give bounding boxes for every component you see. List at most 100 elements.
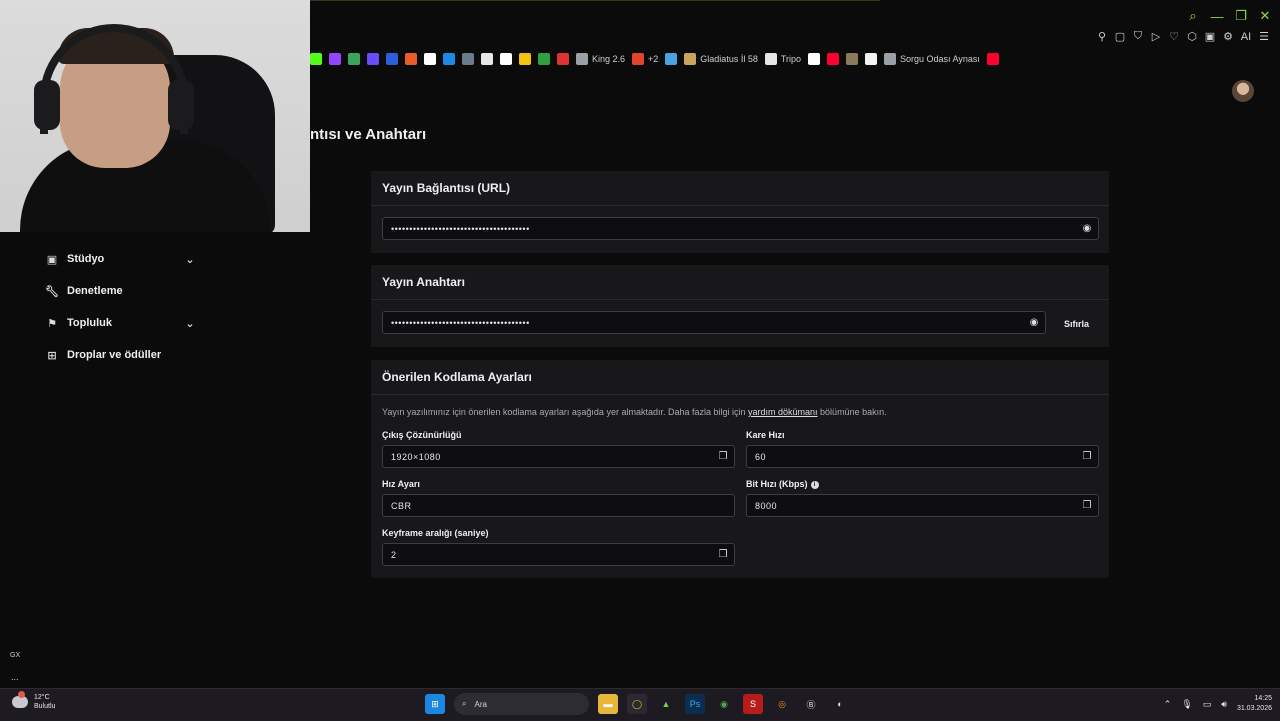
top-accent-line — [310, 0, 880, 1]
sidebar-item-label: Topluluk — [67, 317, 113, 329]
avatar[interactable] — [1232, 80, 1254, 102]
play-icon[interactable]: ▷ — [1150, 30, 1162, 43]
extension-icons: ⚲ ▢ ⛉ ▷ ♡ ⬡ ▣ ⚙ AI ☰ — [1096, 30, 1270, 43]
windows-start-icon[interactable]: ⊞ — [425, 694, 445, 714]
photoshop-icon[interactable]: Ps — [685, 694, 705, 714]
bookmark-icon — [538, 53, 550, 65]
bookmark-item[interactable] — [443, 53, 455, 65]
eye-icon[interactable]: ◉ — [1023, 317, 1045, 328]
obs-icon[interactable]: ◐ — [830, 694, 850, 714]
bookmark-item[interactable] — [846, 53, 859, 65]
bookmark-item[interactable]: King 2.6 — [576, 53, 625, 65]
bookmark-icon — [424, 53, 436, 65]
chevron-down-icon[interactable]: ⌄ — [184, 317, 196, 330]
reset-key-button[interactable]: Sıfırla — [1064, 319, 1089, 329]
bookmark-icon — [405, 53, 417, 65]
bookmark-item[interactable]: Sorgu Odası Aynası — [884, 53, 980, 65]
app-b-icon[interactable]: Ⓑ — [801, 694, 821, 714]
window-controls: ⌕ — ❐ ✕ — [1186, 8, 1272, 24]
ai-extension-button[interactable]: AI — [1240, 31, 1252, 43]
bookmark-item[interactable] — [310, 53, 322, 65]
bookmark-item[interactable]: Tripo — [764, 53, 802, 65]
keyframe-label: Keyframe aralığı (saniye) — [382, 528, 489, 538]
gx-sidebar-logo[interactable]: GX — [10, 652, 20, 659]
bookmark-icon — [684, 53, 697, 65]
search-icon[interactable]: ⌕ — [1186, 8, 1200, 24]
clock[interactable]: 14:25 31.03.2026 — [1237, 694, 1272, 714]
encoding-desc-text-end: bölümüne bakın. — [817, 407, 887, 417]
framerate-field[interactable]: 60 ❐ — [746, 445, 1099, 468]
sidebar-item-moderation[interactable]: 🔧︎ Denetleme — [45, 275, 196, 307]
menu-icon[interactable]: ☰ — [1258, 30, 1270, 43]
rate-control-field[interactable]: CBR — [382, 494, 735, 517]
shield-icon[interactable]: ⛉ — [1132, 30, 1144, 43]
framerate-value: 60 — [755, 451, 767, 462]
bookmark-item[interactable] — [462, 53, 474, 65]
copy-icon[interactable]: ❐ — [1076, 451, 1098, 462]
weather-widget[interactable]: 12°C Bulutlu — [12, 691, 55, 711]
bookmark-item[interactable] — [986, 53, 999, 65]
heart-icon[interactable]: ♡ — [1168, 30, 1180, 43]
bookmark-item[interactable]: Gladiatus İl 58 — [684, 53, 758, 65]
sidebar-item-label: Stüdyo — [67, 253, 105, 265]
pin-icon[interactable]: ⚲ — [1096, 30, 1108, 43]
volume-icon[interactable]: 🔊︎ — [1221, 699, 1227, 710]
bookmark-item[interactable] — [329, 53, 341, 65]
chevron-up-icon[interactable]: ⌃ — [1164, 699, 1172, 710]
bookmark-item[interactable] — [538, 53, 550, 65]
microphone-icon[interactable]: 🎙︎ — [1181, 699, 1192, 710]
bookmark-label: Tripo — [780, 54, 802, 64]
page-title: ntısı ve Anahtarı — [310, 126, 427, 143]
profile-icon[interactable]: ▣ — [1204, 30, 1216, 43]
bookmark-icon — [329, 53, 341, 65]
minimize-icon[interactable]: — — [1210, 9, 1224, 24]
bookmark-item[interactable] — [367, 53, 379, 65]
webcam-headset-cup-left — [34, 80, 60, 130]
close-icon[interactable]: ✕ — [1258, 8, 1272, 24]
keyframe-field[interactable]: 2 ❐ — [382, 543, 735, 566]
bookmark-item[interactable]: +2 — [632, 53, 658, 65]
gx-more-button[interactable]: ... — [11, 672, 19, 682]
bookmark-item[interactable] — [500, 53, 512, 65]
bookmark-item[interactable] — [865, 53, 878, 65]
monitor-icon[interactable]: ▭ — [1203, 699, 1212, 710]
folder-icon[interactable]: ▬ — [598, 694, 618, 714]
bitrate-field[interactable]: 8000 ❐ — [746, 494, 1099, 517]
sidebar-item-studio[interactable]: ▣ Stüdyo ⌄ — [46, 243, 196, 275]
copy-icon[interactable]: ❐ — [1076, 500, 1098, 511]
bookmark-item[interactable] — [424, 53, 436, 65]
stream-url-value: •••••••••••••••••••••••••••••••••••••• — [391, 223, 530, 234]
bookmark-item[interactable] — [665, 53, 678, 65]
settings-icon[interactable]: ⚙ — [1222, 30, 1234, 43]
opera-gx-icon[interactable]: ◯ — [627, 694, 647, 714]
bookmark-item[interactable] — [386, 53, 398, 65]
taskbar-search[interactable]: ⌕ Ara — [454, 693, 589, 715]
copy-icon[interactable]: ❐ — [712, 451, 734, 462]
resolution-field[interactable]: 1920×1080 ❐ — [382, 445, 735, 468]
stream-key-field[interactable]: •••••••••••••••••••••••••••••••••••••• ◉ — [382, 311, 1046, 334]
info-icon[interactable]: i — [810, 480, 819, 489]
blender-icon[interactable]: ◎ — [772, 694, 792, 714]
sidebar-item-drops[interactable]: ⊞ Droplar ve ödüller — [46, 339, 196, 371]
help-doc-link[interactable]: yardım dökümanı — [748, 407, 818, 417]
chevron-down-icon[interactable]: ⌄ — [184, 253, 196, 266]
copy-icon[interactable]: ❐ — [712, 549, 734, 560]
bookmark-icon — [884, 53, 897, 65]
restore-icon[interactable]: ❐ — [1234, 8, 1248, 24]
bookmark-item[interactable] — [348, 53, 360, 65]
app-a-icon[interactable]: ▲ — [656, 694, 676, 714]
cube-icon[interactable]: ⬡ — [1186, 30, 1198, 43]
bookmark-item[interactable] — [808, 53, 821, 65]
bookmark-item[interactable] — [481, 53, 493, 65]
stream-url-field[interactable]: •••••••••••••••••••••••••••••••••••••• ◉ — [382, 217, 1099, 240]
bookmark-item[interactable] — [519, 53, 531, 65]
chrome-icon[interactable]: ◉ — [714, 694, 734, 714]
gift-icon: ⊞ — [47, 349, 57, 362]
eye-icon[interactable]: ◉ — [1076, 223, 1098, 234]
bookmark-item[interactable] — [557, 53, 569, 65]
sidebar-item-community[interactable]: ⚑ Topluluk ⌄ — [46, 307, 196, 339]
app-s-icon[interactable]: S — [743, 694, 763, 714]
bookmark-item[interactable] — [827, 53, 840, 65]
square-icon[interactable]: ▢ — [1114, 30, 1126, 43]
bookmark-item[interactable] — [405, 53, 417, 65]
